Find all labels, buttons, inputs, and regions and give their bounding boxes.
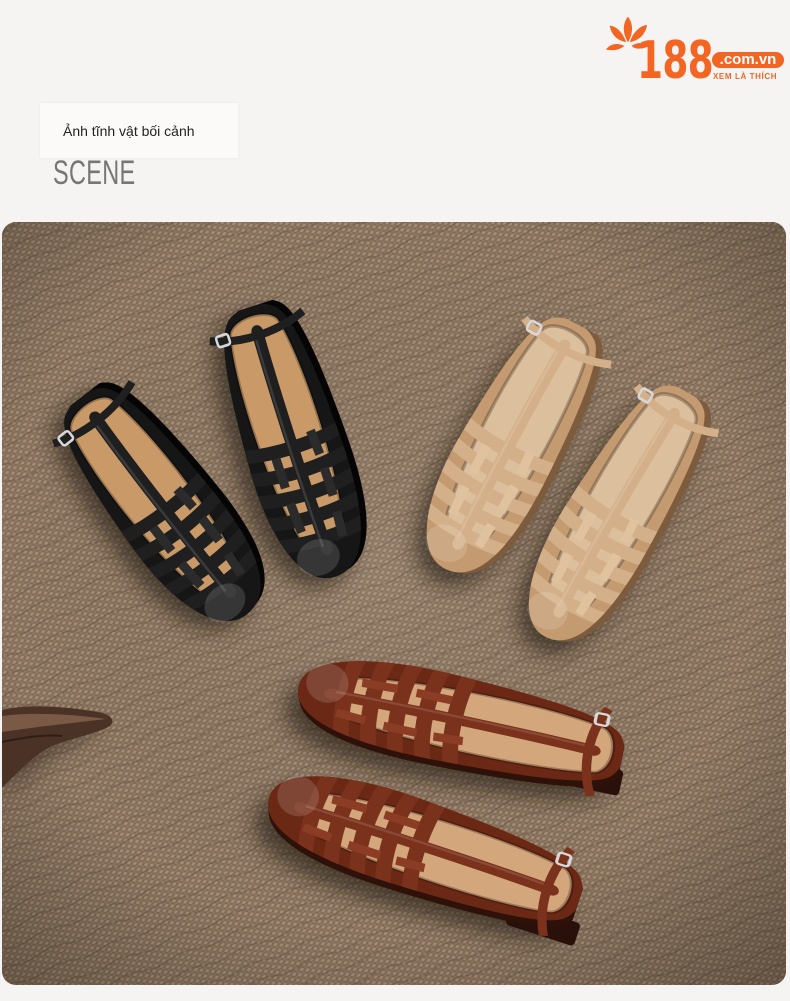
caption-box: Ảnh tĩnh vật bối cảnh: [40, 103, 238, 158]
logo-domain: .com.vn: [712, 52, 784, 68]
caption-text: Ảnh tĩnh vật bối cảnh: [63, 123, 195, 139]
logo-number: 188: [637, 31, 714, 91]
logo-tagline: XEM LÀ THÍCH: [713, 72, 778, 81]
product-photo: [2, 222, 786, 985]
brand-logo: 188 .com.vn XEM LÀ THÍCH: [606, 12, 786, 91]
product-photo-canvas: [2, 222, 786, 985]
section-heading: SCENE: [53, 154, 136, 192]
product-scene-page: 188 .com.vn XEM LÀ THÍCH Ảnh tĩnh vật bố…: [0, 0, 790, 1001]
flower-icon: [606, 16, 648, 51]
